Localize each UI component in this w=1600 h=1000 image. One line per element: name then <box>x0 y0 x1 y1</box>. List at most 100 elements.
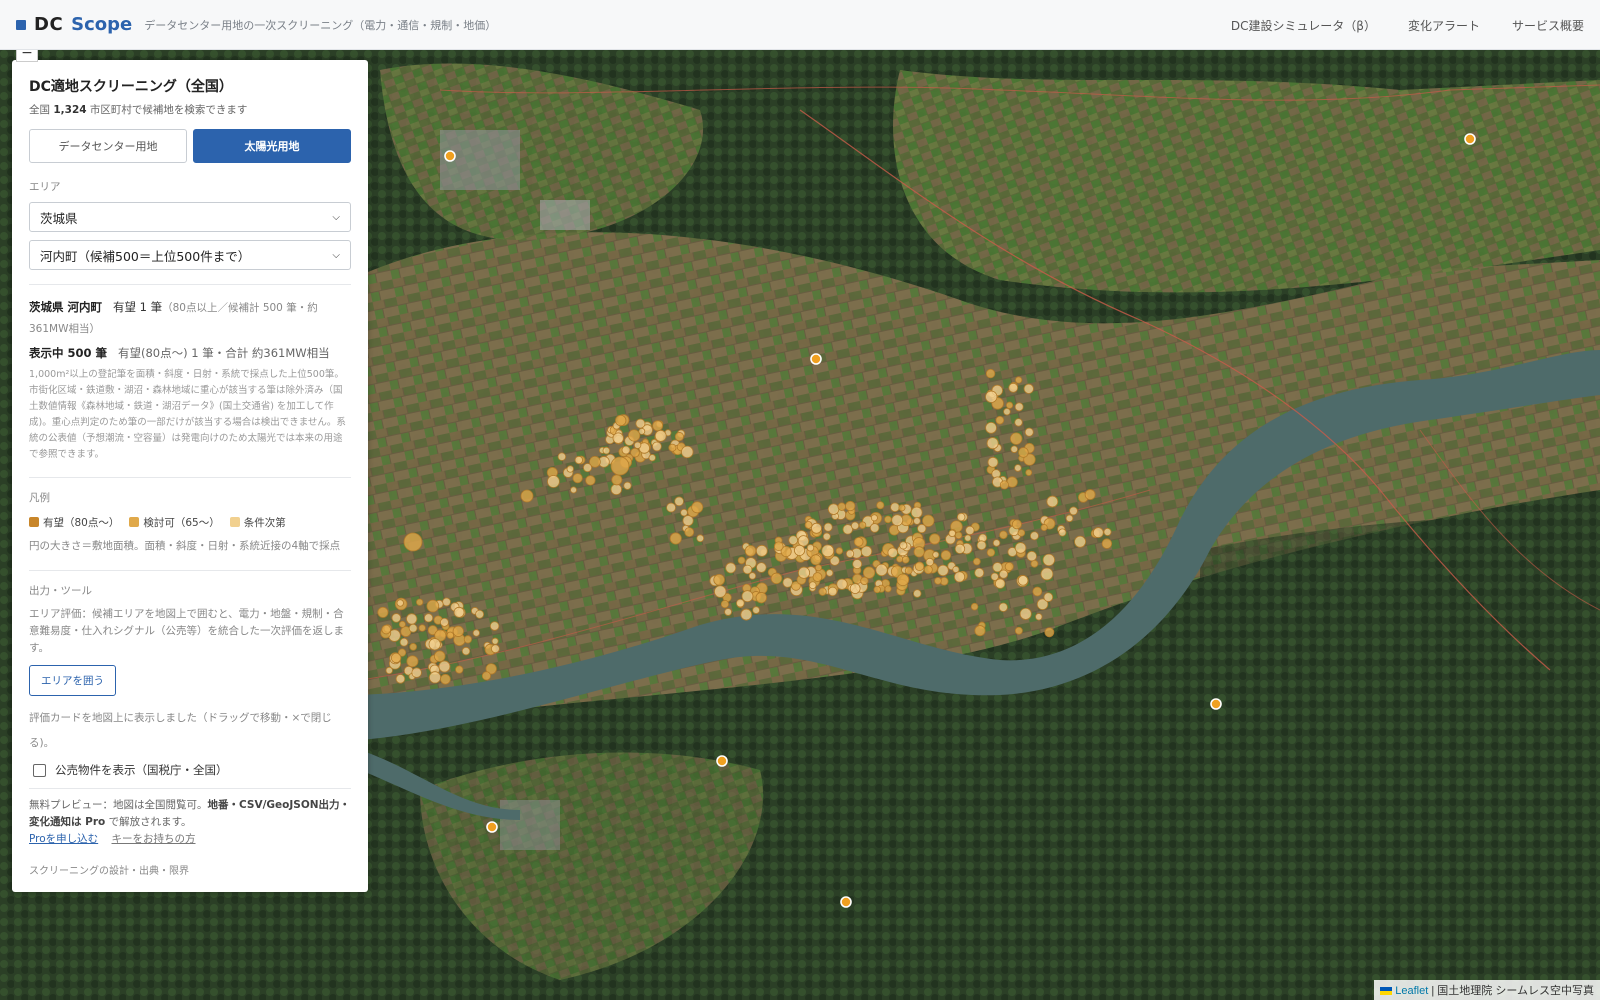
municipality-select[interactable]: 河内町（候補500＝上位500件まで） ⌵ <box>29 240 351 270</box>
site-marker[interactable] <box>1069 506 1078 516</box>
site-marker[interactable] <box>680 508 688 517</box>
site-marker[interactable] <box>520 489 534 503</box>
site-marker[interactable] <box>381 624 392 635</box>
site-marker[interactable] <box>970 602 979 611</box>
site-marker[interactable] <box>428 638 441 651</box>
site-marker[interactable] <box>845 549 855 558</box>
site-marker[interactable] <box>391 613 402 623</box>
isolated-site-marker[interactable] <box>716 755 728 767</box>
site-marker[interactable] <box>1065 514 1074 523</box>
methodology-link[interactable]: スクリーニングの設計・出典・限界 <box>29 862 351 877</box>
site-marker[interactable] <box>891 514 904 527</box>
site-marker[interactable] <box>992 539 1001 547</box>
site-marker[interactable] <box>455 665 464 674</box>
site-marker[interactable] <box>901 555 910 564</box>
site-marker[interactable] <box>1011 519 1022 530</box>
site-marker[interactable] <box>875 563 888 577</box>
site-marker[interactable] <box>853 537 864 547</box>
prefecture-select[interactable]: 茨城県 ⌵ <box>29 202 351 232</box>
site-marker[interactable] <box>954 543 966 554</box>
site-marker[interactable] <box>602 446 611 455</box>
site-marker[interactable] <box>490 644 500 654</box>
site-marker[interactable] <box>904 566 913 575</box>
site-marker[interactable] <box>674 432 684 442</box>
site-marker[interactable] <box>887 547 898 558</box>
site-marker[interactable] <box>442 597 451 607</box>
site-marker[interactable] <box>896 555 904 563</box>
site-marker[interactable] <box>1074 535 1087 548</box>
site-marker[interactable] <box>987 456 999 468</box>
site-marker[interactable] <box>1014 626 1023 635</box>
site-marker[interactable] <box>1004 562 1014 572</box>
site-marker[interactable] <box>998 602 1008 612</box>
site-marker[interactable] <box>463 635 472 644</box>
site-marker[interactable] <box>999 569 1009 579</box>
site-marker[interactable] <box>612 432 624 444</box>
site-marker[interactable] <box>424 613 434 623</box>
nav-about[interactable]: サービス概要 <box>1512 17 1584 34</box>
pro-signup-link[interactable]: Proを申し込む <box>29 833 98 845</box>
site-marker[interactable] <box>648 454 656 462</box>
site-marker[interactable] <box>433 650 446 662</box>
site-marker[interactable] <box>395 674 406 684</box>
logo-dc[interactable]: DC <box>34 14 63 35</box>
site-marker[interactable] <box>925 557 934 567</box>
site-marker[interactable] <box>934 577 942 585</box>
site-marker[interactable] <box>782 577 793 588</box>
site-marker[interactable] <box>684 527 695 538</box>
site-marker[interactable] <box>827 503 840 515</box>
site-marker[interactable] <box>986 548 996 557</box>
site-marker[interactable] <box>633 441 642 449</box>
site-marker[interactable] <box>547 475 560 488</box>
site-marker[interactable] <box>1040 567 1054 581</box>
site-marker[interactable] <box>714 585 727 598</box>
site-marker[interactable] <box>756 562 767 573</box>
site-marker[interactable] <box>1025 469 1033 476</box>
site-marker[interactable] <box>999 480 1009 490</box>
site-marker[interactable] <box>1043 592 1054 602</box>
site-marker[interactable] <box>406 613 418 625</box>
site-marker[interactable] <box>411 667 422 678</box>
site-marker[interactable] <box>995 415 1005 425</box>
site-marker[interactable] <box>804 521 813 529</box>
site-marker[interactable] <box>669 532 682 545</box>
nav-simulator[interactable]: DC建設シミュレータ（β） <box>1231 17 1376 34</box>
site-marker[interactable] <box>818 587 827 596</box>
site-marker[interactable] <box>985 368 996 379</box>
site-marker[interactable] <box>862 566 876 579</box>
site-marker[interactable] <box>999 530 1008 540</box>
site-marker[interactable] <box>1014 418 1023 427</box>
site-marker[interactable] <box>773 541 784 552</box>
site-marker[interactable] <box>1084 489 1096 500</box>
site-marker[interactable] <box>418 624 426 632</box>
site-marker[interactable] <box>812 572 823 582</box>
site-marker[interactable] <box>1003 407 1011 416</box>
site-marker[interactable] <box>937 564 949 577</box>
site-marker[interactable] <box>986 437 999 450</box>
site-marker[interactable] <box>794 544 806 556</box>
site-marker[interactable] <box>808 581 817 590</box>
site-marker[interactable] <box>797 535 810 547</box>
site-marker[interactable] <box>408 623 418 633</box>
site-marker[interactable] <box>428 671 442 684</box>
site-marker[interactable] <box>1044 627 1055 638</box>
site-marker[interactable] <box>621 445 631 455</box>
site-marker[interactable] <box>825 569 834 577</box>
site-marker[interactable] <box>409 643 417 651</box>
site-marker[interactable] <box>585 475 596 486</box>
site-marker[interactable] <box>815 564 822 572</box>
site-marker[interactable] <box>1024 427 1034 437</box>
site-marker[interactable] <box>674 496 684 507</box>
site-marker[interactable] <box>965 525 975 536</box>
isolated-site-marker[interactable] <box>444 150 456 162</box>
isolated-site-marker[interactable] <box>840 896 852 908</box>
site-marker[interactable] <box>742 564 753 575</box>
site-marker[interactable] <box>954 531 963 539</box>
site-marker[interactable] <box>953 571 966 583</box>
site-marker[interactable] <box>403 532 423 552</box>
site-marker[interactable] <box>990 572 999 581</box>
site-marker[interactable] <box>398 620 406 628</box>
site-marker[interactable] <box>851 521 860 530</box>
zoom-out-button[interactable]: − <box>16 46 38 62</box>
nav-alerts[interactable]: 変化アラート <box>1408 17 1480 34</box>
